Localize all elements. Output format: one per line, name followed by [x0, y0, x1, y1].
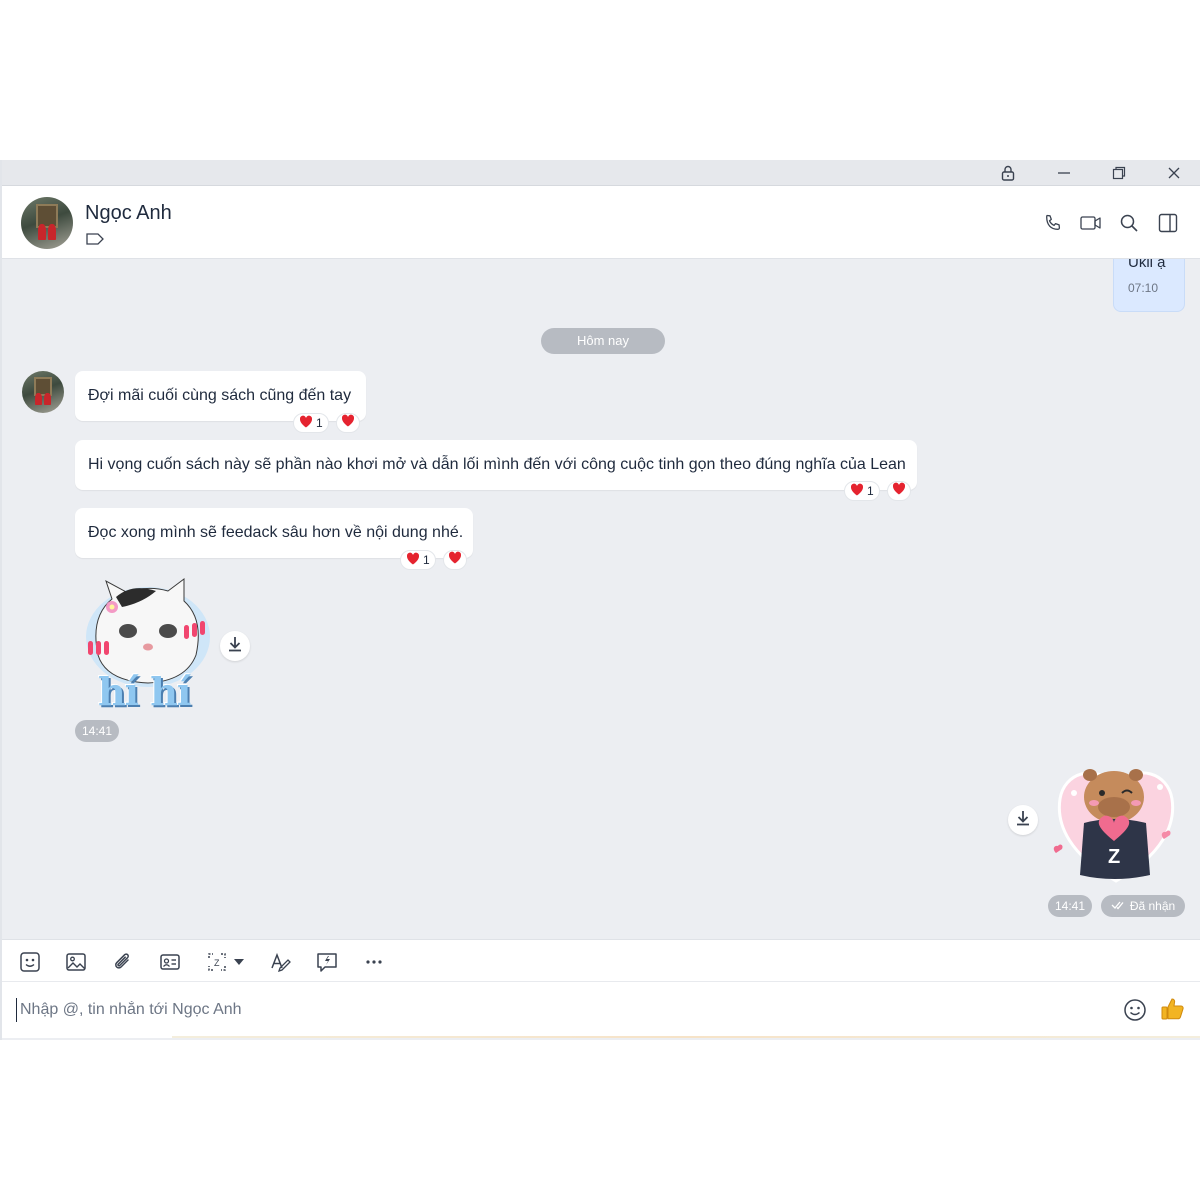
heart-icon [892, 482, 906, 500]
thumbs-up-icon[interactable] [1160, 996, 1186, 1022]
heart-icon [299, 415, 313, 431]
minimize-icon[interactable] [1054, 164, 1074, 182]
tag-label-icon[interactable] [86, 232, 104, 250]
react-heart-button[interactable] [887, 481, 911, 501]
heart-icon [850, 483, 864, 499]
download-icon [1016, 810, 1030, 831]
more-icon[interactable] [362, 950, 386, 974]
reaction-summary[interactable]: 1 [844, 481, 880, 501]
message-list[interactable]: Ukii ạ 07:10 Hôm nay Đợi mãi cuối cùng s… [2, 259, 1200, 939]
sidebar-toggle-icon[interactable] [1157, 212, 1179, 234]
react-heart-button[interactable] [336, 413, 360, 433]
screenshot-icon[interactable]: Z [205, 950, 229, 974]
reaction-count: 1 [423, 553, 430, 567]
date-divider: Hôm nay [541, 328, 665, 354]
search-icon[interactable] [1118, 212, 1140, 234]
message-composer [2, 982, 1200, 1038]
message-text: Ukii ạ [1128, 259, 1166, 271]
text-format-icon[interactable] [269, 950, 293, 974]
contact-name[interactable]: Ngọc Anh [85, 202, 172, 225]
download-icon [228, 636, 242, 657]
message-time: 14:41 [1048, 895, 1092, 917]
heart-icon [406, 552, 420, 568]
phone-icon[interactable] [1042, 212, 1064, 234]
composer-bottom-border [172, 1036, 1200, 1038]
cat-sticker-image[interactable]: hí hí [76, 577, 216, 717]
sticker-icon[interactable] [18, 950, 42, 974]
title-bar [2, 160, 1200, 186]
message-input[interactable] [16, 998, 1096, 1022]
lock-icon[interactable] [998, 164, 1018, 182]
close-icon[interactable] [1164, 164, 1184, 182]
svg-text:Z: Z [1108, 846, 1120, 868]
download-button[interactable] [220, 631, 250, 661]
image-icon[interactable] [64, 950, 88, 974]
message-text: Đợi mãi cuối cùng sách cũng đến tay [88, 387, 352, 404]
sticker-caption: hí hí [98, 669, 191, 714]
attachment-icon[interactable] [111, 950, 135, 974]
contact-card-icon[interactable] [158, 950, 182, 974]
conversation-header: Ngọc Anh [2, 186, 1200, 259]
react-heart-button[interactable] [443, 550, 467, 570]
heart-icon [448, 551, 462, 569]
reaction-count: 1 [316, 416, 323, 430]
dropdown-caret-icon[interactable] [232, 950, 246, 974]
delivery-status-badge: Đã nhận [1101, 895, 1185, 917]
svg-text:Z: Z [214, 958, 220, 968]
reaction-summary[interactable]: 1 [293, 413, 329, 433]
outgoing-message-bubble[interactable]: Ukii ạ 07:10 [1113, 259, 1185, 312]
incoming-message-bubble[interactable]: Hi vọng cuốn sách này sẽ phần nào khơi m… [75, 440, 917, 490]
message-time: 14:41 [75, 720, 119, 742]
restore-icon[interactable] [1109, 164, 1129, 182]
contact-avatar[interactable] [21, 197, 73, 249]
quick-message-icon[interactable] [315, 950, 339, 974]
download-button[interactable] [1008, 805, 1038, 835]
emoji-icon[interactable] [1123, 998, 1147, 1022]
heart-icon [341, 414, 355, 432]
delivery-status-text: Đã nhận [1129, 899, 1176, 913]
video-call-icon[interactable] [1080, 212, 1102, 234]
double-check-icon [1111, 895, 1125, 917]
message-text: Hi vọng cuốn sách này sẽ phần nào khơi m… [88, 456, 906, 473]
message-text: Đọc xong mình sẽ feedack sâu hơn về nội … [88, 524, 464, 541]
reaction-summary[interactable]: 1 [400, 550, 436, 570]
capybara-sticker-image[interactable]: Z [1050, 759, 1182, 889]
composer-toolbar: Z [2, 939, 1200, 982]
reaction-count: 1 [867, 484, 874, 498]
sender-avatar[interactable] [22, 371, 64, 413]
chat-window: Ngọc Anh Ukii ạ 07:10 Hôm nay Đợi mãi cu… [0, 160, 1200, 1040]
message-time: 07:10 [1128, 281, 1159, 295]
